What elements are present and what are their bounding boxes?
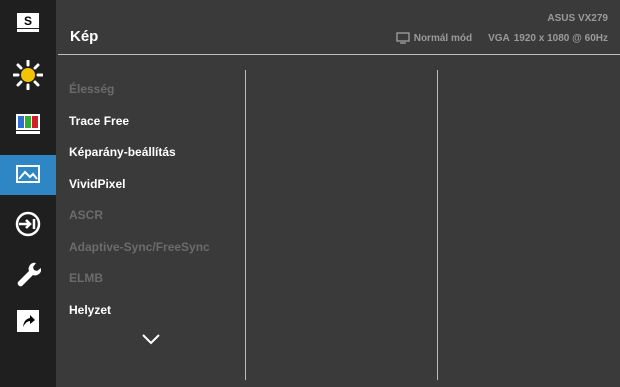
menu-item-kepArany[interactable]: Képarány-beállítás: [69, 137, 244, 169]
sidebar-item-shortcut[interactable]: [0, 301, 56, 341]
display-mode: Normál mód: [413, 32, 473, 44]
sidebar-item-splendid[interactable]: S: [0, 3, 56, 43]
input-icon: [15, 211, 41, 237]
resolution: 1920 x 1080 @ 60Hz: [513, 32, 608, 44]
shortcut-arrow-icon: [17, 310, 39, 332]
sidebar-item-input[interactable]: [0, 204, 56, 244]
model-name: ASUS VX279: [547, 13, 608, 24]
menu-item-adaptive-sync: Adaptive-Sync/FreeSync: [69, 239, 210, 254]
page-title: Kép: [70, 28, 99, 45]
osd-panel: S Kép ASUS VX279 Normál mód VGA 1920 x 1…: [0, 0, 620, 387]
sun-icon: [13, 60, 43, 90]
sidebar-item-blue-light[interactable]: [0, 55, 56, 95]
column-divider-2: [437, 70, 438, 380]
header-divider: [58, 54, 620, 55]
sidebar-item-image[interactable]: [0, 155, 56, 195]
menu-list: Élesség Trace Free Képarány-beállítás Vi…: [69, 74, 244, 326]
menu-item-helyzet[interactable]: Helyzet: [69, 295, 244, 327]
menu-item-trace-free[interactable]: Trace Free: [69, 106, 244, 138]
input-source: VGA: [488, 32, 510, 44]
column-divider-1: [245, 70, 246, 380]
status-line: Normál mód VGA 1920 x 1080 @ 60Hz: [396, 32, 608, 44]
sidebar: S: [0, 0, 56, 387]
menu-item-vividpixel[interactable]: VividPixel: [69, 169, 244, 201]
color-bars-icon: [16, 114, 40, 134]
s-letter-icon: S: [17, 13, 39, 32]
menu-item-elmb: ELMB: [69, 271, 103, 285]
image-icon: [16, 165, 40, 183]
scroll-down-button[interactable]: [141, 332, 161, 350]
menu-item-ascr: ASCR: [69, 208, 104, 222]
sidebar-item-color[interactable]: [0, 104, 56, 144]
chevron-down-icon: [142, 334, 160, 345]
sidebar-item-system-setup[interactable]: [0, 255, 56, 295]
menu-item-elesseg: Élesség: [69, 82, 115, 96]
wrench-icon: [17, 262, 41, 287]
s-letter: S: [24, 14, 32, 28]
monitor-icon: [396, 32, 410, 44]
